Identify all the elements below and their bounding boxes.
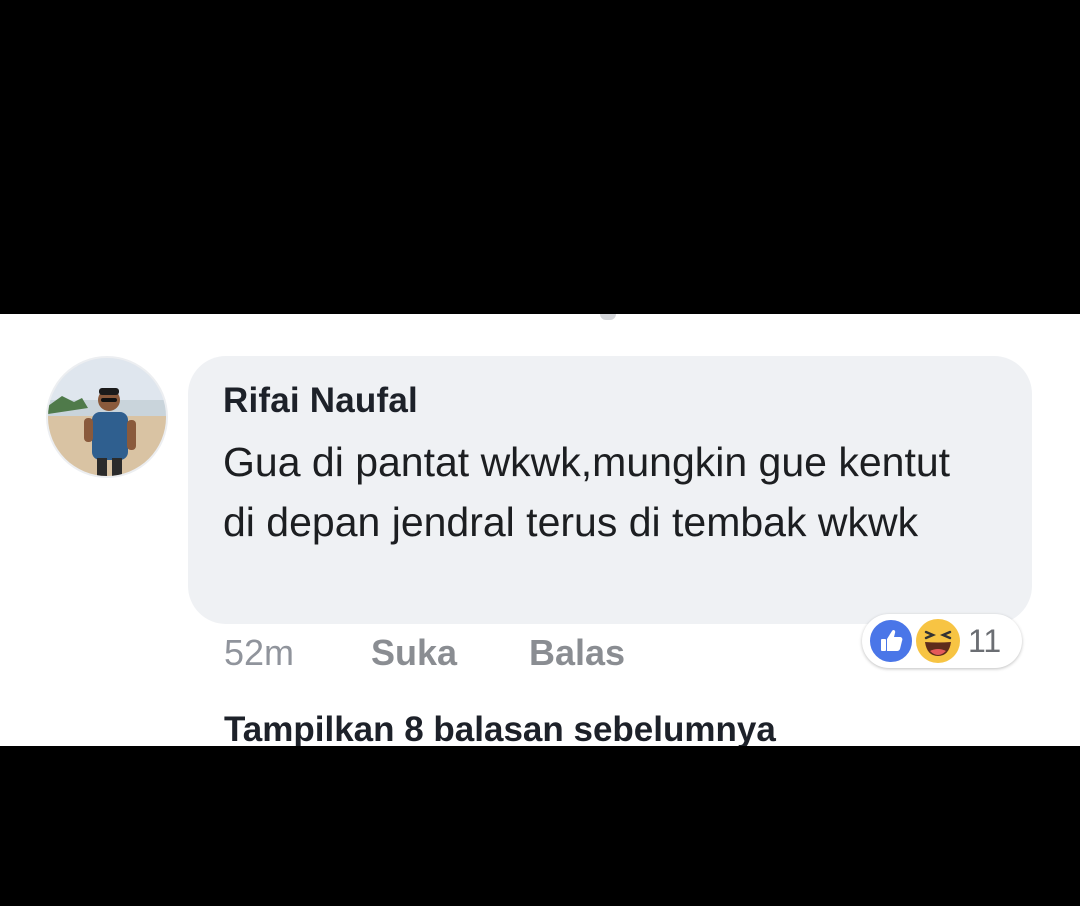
haha-reaction-icon	[914, 617, 962, 665]
comment-panel: Rifai Naufal Gua di pantat wkwk,mungkin …	[0, 314, 1080, 746]
reactions-summary[interactable]: 11	[862, 614, 1022, 668]
avatar-photo	[48, 358, 166, 476]
comment-timestamp[interactable]: 52m	[224, 632, 294, 674]
bottom-black-bar	[0, 746, 1080, 906]
avatar[interactable]	[48, 358, 166, 476]
show-previous-replies-link[interactable]: Tampilkan 8 balasan sebelumnya	[224, 710, 776, 746]
like-reaction-icon	[868, 618, 914, 664]
comment-text: Gua di pantat wkwk,mungkin gue kentut di…	[223, 439, 951, 545]
scroll-indicator	[600, 314, 616, 320]
comment-author[interactable]: Rifai Naufal	[223, 381, 418, 421]
like-button[interactable]: Suka	[371, 632, 457, 674]
reaction-count: 11	[968, 623, 1002, 659]
reply-button[interactable]: Balas	[529, 632, 625, 674]
top-black-bar	[0, 0, 1080, 314]
comment-bubble: Rifai Naufal Gua di pantat wkwk,mungkin …	[188, 356, 1032, 624]
